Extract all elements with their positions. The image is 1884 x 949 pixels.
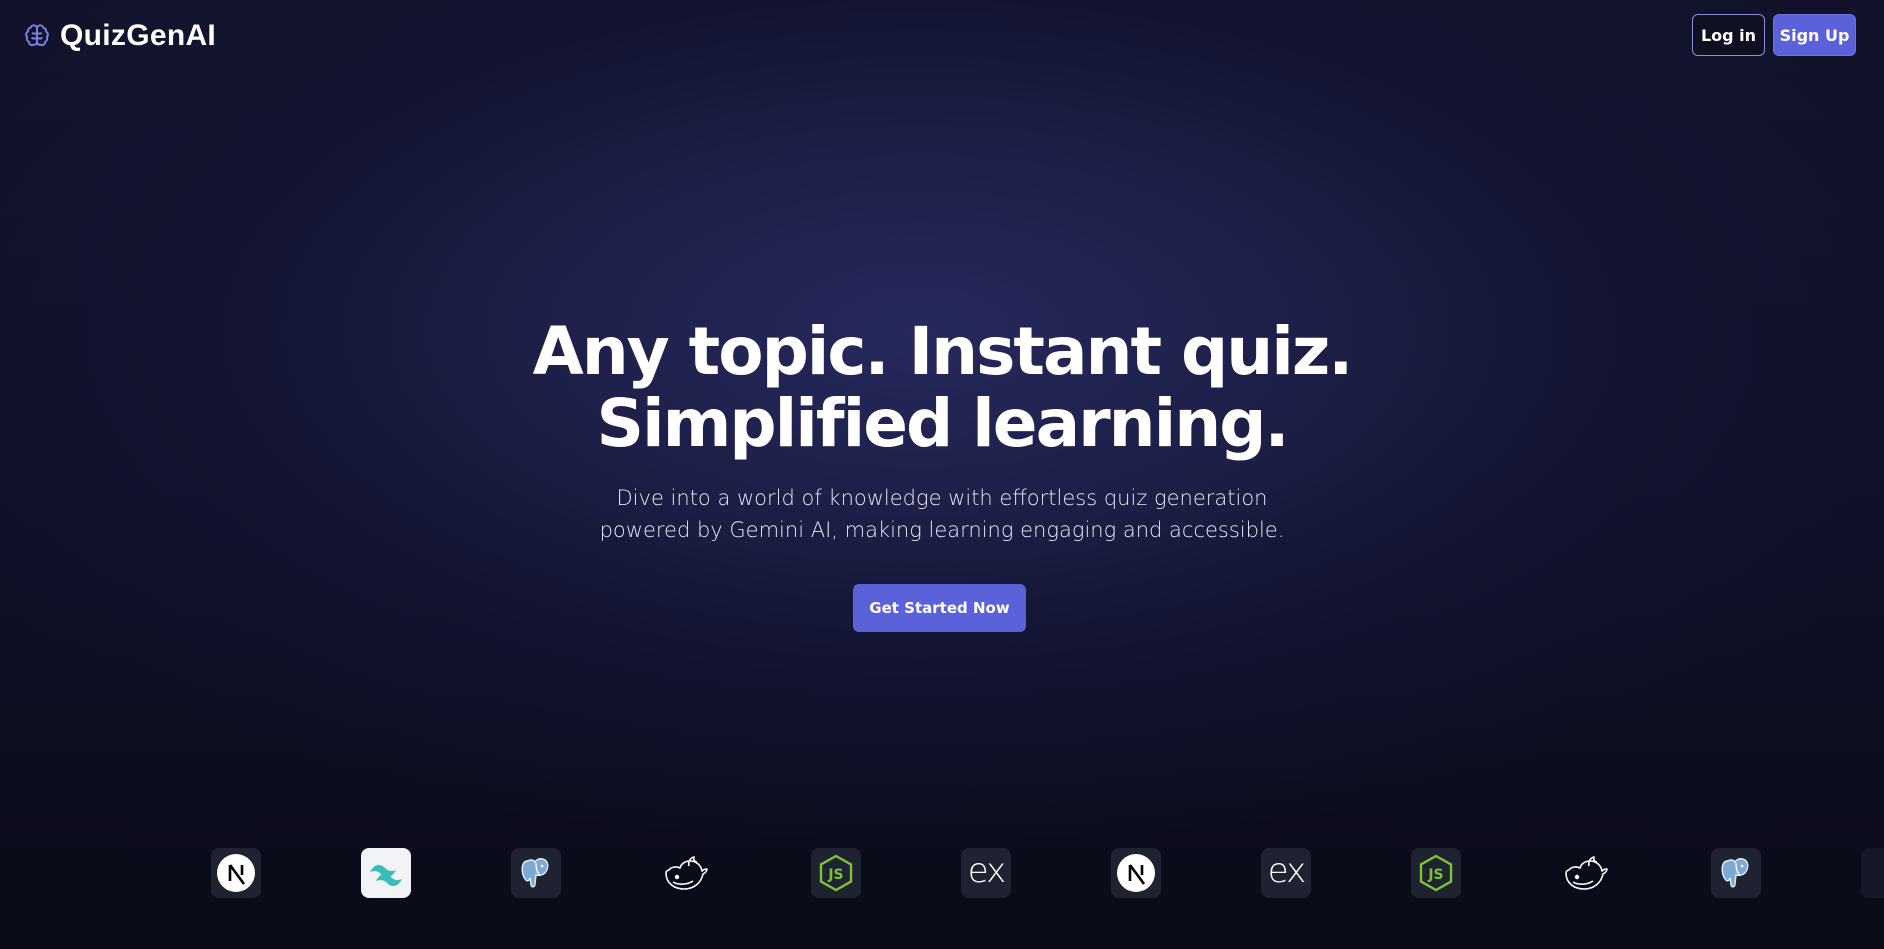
hero-subtitle: Dive into a world of knowledge with effo… xyxy=(582,482,1302,546)
brand-logo-link[interactable]: QuizGenAI xyxy=(24,18,216,54)
express-icon: ex xyxy=(961,848,1011,898)
hero-subtitle-line-1: Dive into a world of knowledge with effo… xyxy=(616,486,1268,510)
nodejs-icon: JS xyxy=(1411,848,1461,898)
docker-icon xyxy=(661,848,711,898)
login-button[interactable]: Log in xyxy=(1692,14,1765,56)
docker-icon xyxy=(1561,848,1611,898)
hero-title-line-1: Any topic. Instant quiz. xyxy=(532,313,1354,390)
postgresql-icon xyxy=(511,848,561,898)
brand-name: QuizGenAI xyxy=(60,19,217,52)
svg-text:JS: JS xyxy=(1427,867,1443,883)
postgresql-icon xyxy=(1711,848,1761,898)
hero-subtitle-line-2: powered by Gemini AI, making learning en… xyxy=(599,518,1285,542)
top-nav: QuizGenAI Log in Sign Up xyxy=(0,0,1884,72)
get-started-button[interactable]: Get Started Now xyxy=(853,584,1026,632)
hero-title: Any topic. Instant quiz. Simplified lear… xyxy=(0,316,1884,460)
nodejs-icon: JS xyxy=(811,848,861,898)
nextjs-icon xyxy=(1111,848,1161,898)
brain-icon xyxy=(25,24,49,47)
hero-title-line-2: Simplified learning. xyxy=(596,385,1289,462)
express-icon: ex xyxy=(1261,848,1311,898)
auth-actions: Log in Sign Up xyxy=(1692,14,1856,56)
svg-text:JS: JS xyxy=(827,867,843,883)
express-text: ex xyxy=(1267,851,1306,891)
nextjs-icon xyxy=(211,848,261,898)
postgresql-icon xyxy=(1861,848,1884,898)
hero-section: Any topic. Instant quiz. Simplified lear… xyxy=(0,316,1884,546)
tailwind-icon xyxy=(361,848,411,898)
express-text: ex xyxy=(967,851,1006,891)
tech-logo-carousel: JS ex ex JS xyxy=(0,848,1884,900)
signup-button[interactable]: Sign Up xyxy=(1773,14,1856,56)
